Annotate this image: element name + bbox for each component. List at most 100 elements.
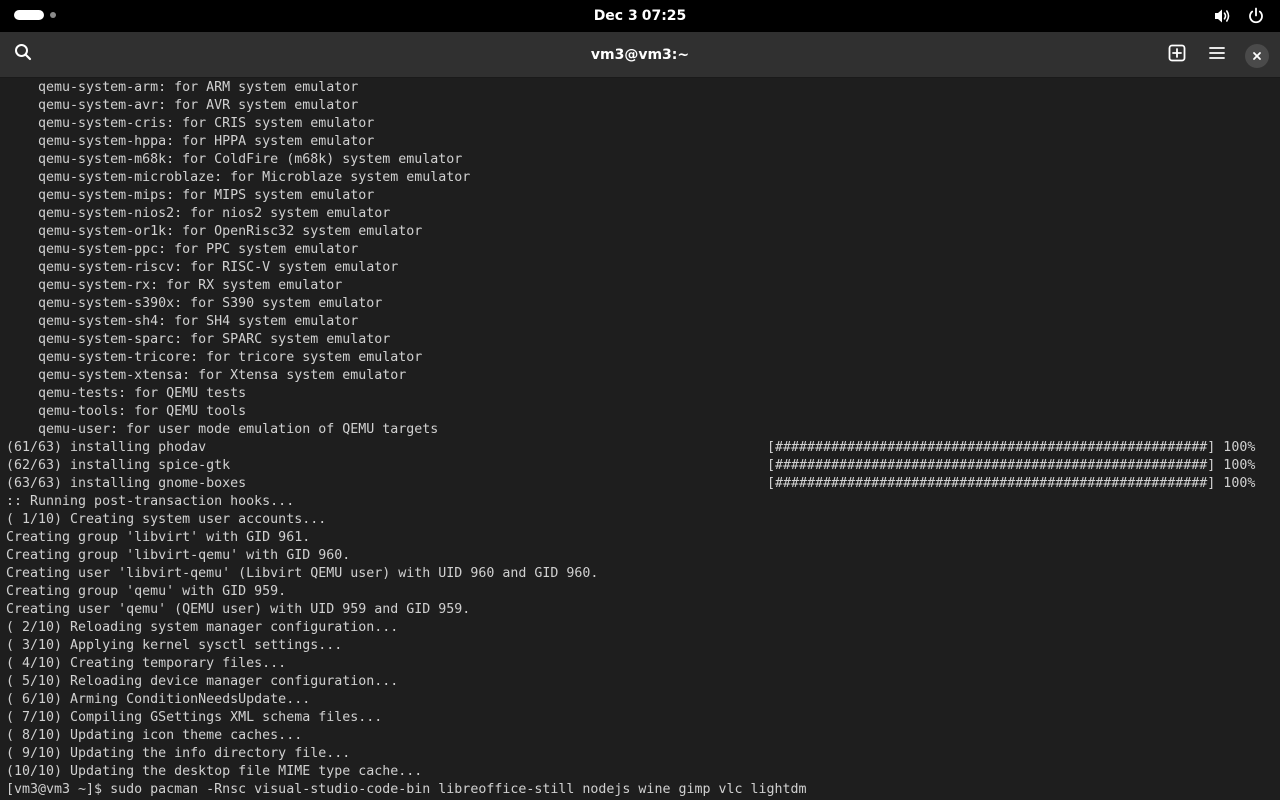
terminal-line-text: qemu-tests: for QEMU tests — [6, 386, 247, 401]
terminal-line-text: qemu-system-microblaze: for Microblaze s… — [6, 170, 471, 185]
terminal-line: Creating group 'libvirt-qemu' with GID 9… — [6, 547, 807, 565]
main-menu-button[interactable] — [1202, 40, 1232, 70]
volume-icon[interactable] — [1212, 6, 1232, 26]
terminal-line: ( 6/10) Arming ConditionNeedsUpdate... — [6, 691, 807, 709]
close-window-button[interactable] — [1245, 44, 1269, 68]
terminal-line: qemu-system-microblaze: for Microblaze s… — [6, 169, 807, 187]
shell-prompt-line: [vm3@vm3 ~]$ sudo pacman -Rnsc visual-st… — [6, 781, 807, 799]
search-icon — [13, 42, 33, 66]
window-title: vm3@vm3:~ — [590, 47, 690, 63]
terminal-line: qemu-system-tricore: for tricore system … — [6, 349, 807, 367]
terminal-line-text: qemu-system-nios2: for nios2 system emul… — [6, 206, 391, 221]
terminal-line-text: qemu-system-or1k: for OpenRisc32 system … — [6, 224, 423, 239]
terminal-line: :: Running post-transaction hooks... — [6, 493, 807, 511]
clock-time: 07:25 — [641, 8, 687, 24]
new-tab-button[interactable] — [1162, 40, 1192, 70]
terminal-line: qemu-system-s390x: for S390 system emula… — [6, 295, 807, 313]
terminal-line-text: (61/63) installing phodav — [6, 440, 207, 455]
new-tab-icon — [1168, 44, 1186, 66]
terminal-line-text: ( 6/10) Arming ConditionNeedsUpdate... — [6, 692, 311, 707]
top-bar: Dec 3 07:25 — [0, 0, 1280, 32]
terminal-line-text: qemu-system-mips: for MIPS system emulat… — [6, 188, 375, 203]
terminal-line: qemu-system-m68k: for ColdFire (m68k) sy… — [6, 151, 807, 169]
terminal-line: ( 7/10) Compiling GSettings XML schema f… — [6, 709, 807, 727]
terminal-line-text: ( 4/10) Creating temporary files... — [6, 656, 287, 671]
terminal-line-text: qemu-user: for user mode emulation of QE… — [6, 422, 439, 437]
terminal-line-text: ( 1/10) Creating system user accounts... — [6, 512, 327, 527]
terminal-output[interactable]: qemu-system-arm: for ARM system emulator… — [0, 78, 1280, 800]
terminal-line-text: ( 8/10) Updating icon theme caches... — [6, 728, 303, 743]
terminal-line-text: qemu-tools: for QEMU tools — [6, 404, 247, 419]
terminal-line-text: :: Running post-transaction hooks... — [6, 494, 295, 509]
terminal-line: (62/63) installing spice-gtk [###########… — [6, 457, 1255, 475]
terminal-line: qemu-system-mips: for MIPS system emulat… — [6, 187, 807, 205]
terminal-line-text: qemu-system-arm: for ARM system emulator — [6, 80, 359, 95]
terminal-line-text: (10/10) Updating the desktop file MIME t… — [6, 764, 423, 779]
terminal-line-text: ( 2/10) Reloading system manager configu… — [6, 620, 399, 635]
progress-bar-text: [#######################################… — [767, 458, 1256, 473]
terminal-line-text: qemu-system-hppa: for HPPA system emulat… — [6, 134, 375, 149]
terminal-line: ( 9/10) Updating the info directory file… — [6, 745, 807, 763]
power-icon[interactable] — [1246, 6, 1266, 26]
close-icon — [1251, 47, 1263, 66]
terminal-line-text: ( 3/10) Applying kernel sysctl settings.… — [6, 638, 343, 653]
terminal-line: qemu-system-or1k: for OpenRisc32 system … — [6, 223, 807, 241]
terminal-line: qemu-tools: for QEMU tools — [6, 403, 807, 421]
terminal-line-text: qemu-system-s390x: for S390 system emula… — [6, 296, 383, 311]
terminal-line-text: (63/63) installing gnome-boxes — [6, 476, 247, 491]
terminal-line-text: Creating user 'libvirt-qemu' (Libvirt QE… — [6, 566, 599, 581]
terminal-line: ( 4/10) Creating temporary files... — [6, 655, 807, 673]
terminal-line: qemu-system-xtensa: for Xtensa system em… — [6, 367, 807, 385]
terminal-line: (61/63) installing phodav [##############… — [6, 439, 1255, 457]
terminal-line: (63/63) installing gnome-boxes [#########… — [6, 475, 1255, 493]
terminal-line: qemu-tests: for QEMU tests — [6, 385, 807, 403]
terminal-line-text: Creating user 'qemu' (QEMU user) with UI… — [6, 602, 471, 617]
terminal-line: ( 3/10) Applying kernel sysctl settings.… — [6, 637, 807, 655]
terminal-line: ( 1/10) Creating system user accounts... — [6, 511, 807, 529]
terminal-header-bar: vm3@vm3:~ — [0, 32, 1280, 78]
system-tray[interactable] — [1212, 6, 1266, 26]
terminal-line-text: Creating group 'qemu' with GID 959. — [6, 584, 287, 599]
terminal-line: qemu-system-hppa: for HPPA system emulat… — [6, 133, 807, 151]
terminal-line: qemu-system-sh4: for SH4 system emulator — [6, 313, 807, 331]
terminal-line: ( 5/10) Reloading device manager configu… — [6, 673, 807, 691]
terminal-line-text: ( 9/10) Updating the info directory file… — [6, 746, 351, 761]
terminal-line: ( 2/10) Reloading system manager configu… — [6, 619, 807, 637]
terminal-line-text: qemu-system-tricore: for tricore system … — [6, 350, 423, 365]
terminal-line: qemu-user: for user mode emulation of QE… — [6, 421, 807, 439]
terminal-line: qemu-system-arm: for ARM system emulator — [6, 79, 807, 97]
terminal-line: qemu-system-riscv: for RISC-V system emu… — [6, 259, 807, 277]
terminal-line: Creating user 'libvirt-qemu' (Libvirt QE… — [6, 565, 807, 583]
terminal-line: Creating group 'libvirt' with GID 961. — [6, 529, 807, 547]
clock[interactable]: Dec 3 07:25 — [0, 0, 1280, 32]
terminal-line: qemu-system-rx: for RX system emulator — [6, 277, 807, 295]
terminal-line: qemu-system-ppc: for PPC system emulator — [6, 241, 807, 259]
terminal-line-text: qemu-system-riscv: for RISC-V system emu… — [6, 260, 399, 275]
clock-date: Dec 3 — [593, 8, 638, 24]
terminal-line-text: qemu-system-xtensa: for Xtensa system em… — [6, 368, 407, 383]
terminal-line: Creating user 'qemu' (QEMU user) with UI… — [6, 601, 807, 619]
progress-bar-text: [#######################################… — [767, 476, 1256, 491]
terminal-line-text: qemu-system-avr: for AVR system emulator — [6, 98, 359, 113]
search-button[interactable] — [8, 39, 38, 69]
terminal-line-text: qemu-system-sparc: for SPARC system emul… — [6, 332, 391, 347]
terminal-line-text: qemu-system-rx: for RX system emulator — [6, 278, 343, 293]
terminal-line-text: Creating group 'libvirt-qemu' with GID 9… — [6, 548, 351, 563]
progress-bar-text: [#######################################… — [767, 440, 1256, 455]
terminal-line-text: (62/63) installing spice-gtk — [6, 458, 231, 473]
terminal-line: Creating group 'qemu' with GID 959. — [6, 583, 807, 601]
terminal-line: qemu-system-cris: for CRIS system emulat… — [6, 115, 807, 133]
terminal-line-text: qemu-system-cris: for CRIS system emulat… — [6, 116, 375, 131]
terminal-line-text: Creating group 'libvirt' with GID 961. — [6, 530, 311, 545]
terminal-line-text: qemu-system-ppc: for PPC system emulator — [6, 242, 359, 257]
terminal-line-text: qemu-system-m68k: for ColdFire (m68k) sy… — [6, 152, 463, 167]
terminal-line-text: qemu-system-sh4: for SH4 system emulator — [6, 314, 359, 329]
terminal-line: ( 8/10) Updating icon theme caches... — [6, 727, 807, 745]
terminal-lines: qemu-system-arm: for ARM system emulator… — [6, 79, 1255, 799]
terminal-line: qemu-system-sparc: for SPARC system emul… — [6, 331, 807, 349]
terminal-line-text: ( 7/10) Compiling GSettings XML schema f… — [6, 710, 383, 725]
terminal-line-text: ( 5/10) Reloading device manager configu… — [6, 674, 399, 689]
terminal-line: qemu-system-nios2: for nios2 system emul… — [6, 205, 807, 223]
terminal-line-text: [vm3@vm3 ~]$ sudo pacman -Rnsc visual-st… — [6, 782, 807, 797]
terminal-line: qemu-system-avr: for AVR system emulator — [6, 97, 807, 115]
